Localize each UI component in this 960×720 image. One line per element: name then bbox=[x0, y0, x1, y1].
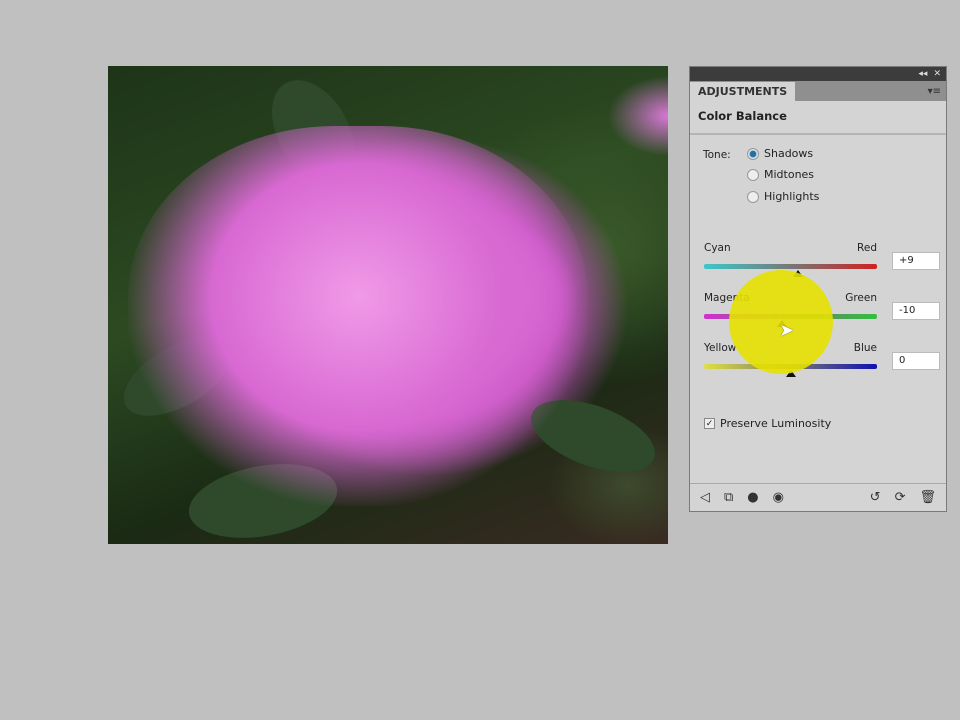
slider-value-input[interactable]: +9 bbox=[892, 252, 940, 270]
radio-button[interactable] bbox=[747, 168, 759, 181]
radio-midtones[interactable]: Midtones bbox=[747, 168, 814, 181]
checkbox-label: Preserve Luminosity bbox=[720, 417, 832, 430]
radio-label: Shadows bbox=[764, 147, 814, 160]
reset-icon[interactable]: ⟳ bbox=[895, 490, 906, 505]
panel-menu-icon[interactable]: ▾≡ bbox=[923, 86, 946, 101]
adjustment-title: Color Balance bbox=[690, 101, 946, 135]
close-icon[interactable]: ✕ bbox=[933, 69, 941, 79]
slider-value-input[interactable]: 0 bbox=[892, 352, 940, 370]
radio-shadows[interactable]: Shadows bbox=[747, 147, 813, 160]
tab-adjustments[interactable]: ADJUSTMENTS bbox=[690, 82, 796, 101]
visibility-icon[interactable]: ● bbox=[747, 490, 758, 505]
check-icon[interactable]: ✓ bbox=[704, 418, 715, 429]
slider-left-label: Yellow bbox=[704, 342, 737, 354]
panel-toolbar: ◁ ⧉ ● ◉ ↺ ⟳ 🗑 bbox=[690, 483, 946, 511]
slider-value-input[interactable]: -10 bbox=[892, 302, 940, 320]
slider-right-label: Green bbox=[845, 292, 877, 304]
view-previous-icon[interactable]: ◉ bbox=[773, 490, 784, 505]
slider-right-label: Blue bbox=[853, 342, 877, 354]
radio-button[interactable] bbox=[747, 147, 759, 160]
slider-right-label: Red bbox=[857, 242, 877, 254]
radio-button[interactable] bbox=[747, 190, 759, 203]
radio-label: Midtones bbox=[764, 168, 815, 181]
collapse-icon[interactable]: ◂◂ bbox=[918, 69, 927, 79]
slider-left-label: Cyan bbox=[704, 242, 731, 254]
panel-titlebar: ◂◂ ✕ bbox=[690, 67, 946, 81]
image-canvas bbox=[108, 66, 668, 544]
cursor-icon: ➤ bbox=[779, 320, 795, 341]
radio-label: Highlights bbox=[764, 190, 820, 203]
trash-icon[interactable]: 🗑 bbox=[919, 490, 936, 505]
radio-highlights[interactable]: Highlights bbox=[747, 190, 819, 203]
preserve-luminosity-checkbox[interactable]: ✓ Preserve Luminosity bbox=[704, 417, 831, 430]
back-arrow-icon[interactable]: ◁ bbox=[700, 490, 710, 505]
clip-layer-icon[interactable]: ⧉ bbox=[724, 490, 733, 505]
reset-previous-icon[interactable]: ↺ bbox=[870, 490, 881, 505]
tone-label: Tone: bbox=[703, 149, 731, 161]
slider-track[interactable] bbox=[704, 264, 877, 269]
